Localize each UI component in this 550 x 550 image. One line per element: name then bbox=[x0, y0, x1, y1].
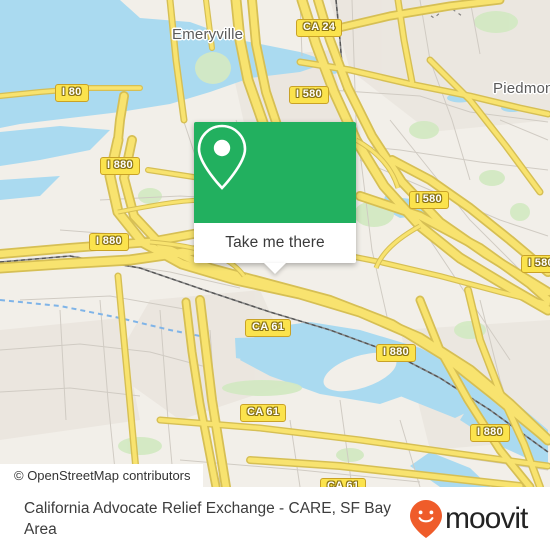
moovit-smiley-pin-icon bbox=[410, 499, 442, 538]
highway-shield-i580-a: I 580 bbox=[289, 86, 329, 104]
moovit-logo[interactable]: moovit bbox=[409, 499, 528, 539]
popup-pointer bbox=[264, 263, 286, 274]
highway-shield-i880-b: I 880 bbox=[89, 233, 129, 251]
take-me-there-label: Take me there bbox=[225, 234, 325, 251]
map-canvas[interactable]: Emeryville Piedmont CA 24 I 80 I 580 I 8… bbox=[0, 0, 550, 487]
osm-attribution-text: © OpenStreetMap contributors bbox=[14, 468, 191, 483]
map-pin-icon bbox=[197, 124, 247, 190]
page-footer: California Advocate Relief Exchange - CA… bbox=[0, 487, 550, 550]
highway-shield-i580-b: I 580 bbox=[409, 191, 449, 209]
highway-shield-ca24: CA 24 bbox=[296, 19, 343, 37]
take-me-there-button[interactable]: Take me there bbox=[194, 223, 356, 263]
highway-shield-ca61-c: CA 61 bbox=[320, 478, 367, 487]
page-title: California Advocate Relief Exchange - CA… bbox=[24, 499, 392, 538]
highway-shield-i880-c: I 880 bbox=[376, 344, 416, 362]
highway-shield-i80: I 80 bbox=[55, 84, 89, 102]
highway-shield-ca61-a: CA 61 bbox=[245, 319, 292, 337]
osm-attribution[interactable]: © OpenStreetMap contributors bbox=[0, 464, 203, 487]
highway-shield-i880-d: I 880 bbox=[470, 424, 510, 442]
location-popup-card[interactable]: Take me there bbox=[194, 122, 356, 274]
moovit-wordmark: moovit bbox=[445, 501, 528, 535]
map-page: Emeryville Piedmont CA 24 I 80 I 580 I 8… bbox=[0, 0, 550, 550]
highway-shield-i880-a: I 880 bbox=[100, 157, 140, 175]
popup-icon-area bbox=[194, 122, 356, 223]
highway-shield-i580-c: I 580 bbox=[521, 255, 550, 273]
highway-shield-ca61-b: CA 61 bbox=[240, 404, 287, 422]
